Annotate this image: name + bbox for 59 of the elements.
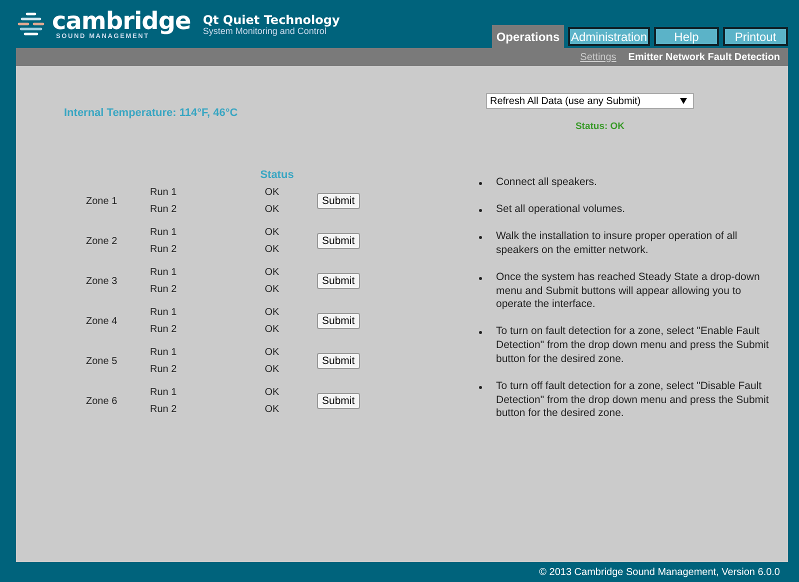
run-label: Run 1 [150, 187, 178, 198]
zone-label: Zone 4 [85, 314, 118, 328]
bullet-icon [479, 236, 482, 240]
submit-button[interactable]: Submit [317, 273, 360, 289]
run-label: Run 2 [150, 404, 178, 415]
instruction-text: Connect all speakers. [496, 176, 597, 190]
copyright-text: © 2013 Cambridge Sound Management, Version 6.0.0 [539, 566, 780, 578]
product-subtitle: System Monitoring and Control [202, 26, 326, 36]
run-label: Run 1 [150, 387, 178, 398]
run-label: Run 1 [150, 307, 178, 318]
run-status: OK [264, 227, 280, 238]
run-status: OK [264, 204, 280, 215]
run-label: Run 2 [150, 204, 178, 215]
submit-button[interactable]: Submit [317, 353, 360, 369]
zone-label: Zone 1 [85, 194, 118, 208]
zone-label: Zone 5 [85, 354, 118, 368]
zone-label: Zone 2 [85, 234, 118, 248]
brand-name: cambridge [52, 9, 191, 34]
instruction-text: Walk the installation to insure proper operation of all speakers on the emitter network. [496, 230, 738, 258]
product-name: Qt Quiet Technology [202, 14, 340, 27]
submit-button[interactable]: Submit [317, 233, 360, 249]
run-status: OK [264, 307, 280, 318]
run-status: OK [264, 267, 280, 278]
instruction-text: Set all operational volumes. [496, 203, 625, 217]
status-text: Status: OK [574, 121, 626, 132]
run-status: OK [264, 404, 280, 415]
run-status: OK [264, 387, 280, 398]
caret-icon [680, 98, 687, 104]
nav-tab[interactable]: Operations [492, 25, 564, 48]
submit-button[interactable]: Submit [317, 313, 360, 329]
bullet-icon [479, 277, 482, 280]
action-select[interactable]: Refresh All Data (use any Submit) [486, 93, 694, 109]
run-status: OK [264, 324, 280, 335]
submit-button[interactable]: Submit [317, 193, 360, 209]
run-label: Run 1 [150, 267, 178, 278]
zone-label: Zone 3 [85, 274, 118, 288]
run-label: Run 2 [150, 324, 178, 335]
run-status: OK [264, 364, 280, 375]
bullet-icon [479, 182, 482, 185]
sub-nav-link[interactable]: Emitter Network Fault Detection [628, 52, 780, 62]
run-status: OK [264, 187, 280, 198]
bullet-icon [479, 331, 482, 334]
instruction-text: Once the system has reached Steady State a drop-down menu and Submit buttons will appear allowing you to operate the interface. [496, 271, 761, 312]
run-label: Run 1 [150, 227, 178, 238]
bullet-icon [479, 209, 482, 212]
instruction-text: To turn off fault detection for a zone, select "Disable Fault Detection" from the drop down menu and press the Submit button for the desired zone. [496, 380, 770, 421]
instruction-text: To turn on fault detection for a zone, select "Enable Fault Detection" from the drop down menu and press the Submit button for the desired zone. [496, 325, 770, 366]
run-label: Run 2 [150, 364, 178, 375]
run-status: OK [264, 284, 280, 295]
status-heading: Status [259, 169, 295, 181]
bullet-icon [479, 386, 482, 389]
submit-button[interactable]: Submit [317, 393, 360, 409]
zone-label: Zone 6 [85, 394, 118, 408]
run-label: Run 2 [150, 244, 178, 255]
temperature-reading: Internal Temperature: 114°F, 46°C [64, 107, 239, 119]
run-label: Run 1 [150, 347, 178, 358]
run-status: OK [264, 347, 280, 358]
run-label: Run 2 [150, 284, 178, 295]
run-status: OK [264, 244, 280, 255]
